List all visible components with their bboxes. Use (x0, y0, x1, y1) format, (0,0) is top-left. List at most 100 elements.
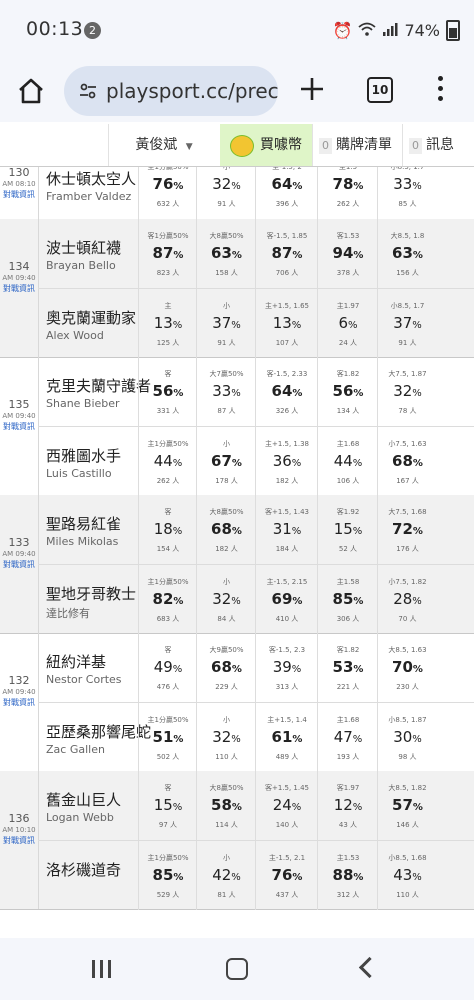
prediction-cell[interactable]: 客1.97 12% 43 人 (317, 771, 378, 840)
bet-line: 大8贏50% (209, 232, 244, 240)
prediction-cell[interactable]: 客 56% 331 人 (138, 357, 197, 426)
system-home-button[interactable] (226, 958, 248, 980)
prediction-cell[interactable]: 主1分贏50% 44% 262 人 (138, 427, 197, 496)
site-settings-icon[interactable] (78, 81, 98, 101)
prediction-cell[interactable]: 客-1.5, 2.3 39% 313 人 (255, 633, 318, 702)
percent-sign: % (292, 388, 303, 399)
prediction-cell[interactable]: 主1分贏50% 51% 502 人 (138, 703, 197, 772)
prediction-cell[interactable]: 客1.53 94% 378 人 (317, 219, 378, 288)
percent-sign: % (172, 320, 183, 331)
prediction-cell[interactable]: 小8.5, 1.7 33% 85 人 (377, 167, 437, 219)
prediction-cell[interactable]: 大7.5, 1.87 32% 78 人 (377, 357, 437, 426)
prediction-cell[interactable]: 大8贏50% 68% 182 人 (196, 495, 256, 564)
prediction-cell[interactable]: 客+1.5, 1.45 24% 140 人 (255, 771, 318, 840)
bet-line: 主1.5 (338, 166, 358, 171)
pick-percentage: 32% (378, 382, 437, 400)
percent-sign: % (412, 320, 422, 331)
prediction-cell[interactable]: 小 42% 81 人 (196, 841, 256, 910)
prediction-cell[interactable]: 大9贏50% 68% 229 人 (196, 633, 256, 702)
pick-percentage: 85% (139, 866, 197, 884)
matchup-info-link[interactable]: 對戰資訊 (0, 697, 38, 708)
prediction-cell[interactable]: 客-1.5, 2.33 64% 326 人 (255, 357, 318, 426)
pick-count: 182 人 (275, 477, 299, 485)
prediction-cell[interactable]: 主1.97 6% 24 人 (317, 289, 378, 358)
game-meta: 132 AM 09:40 對戰資訊 (0, 633, 39, 771)
prediction-cell[interactable]: 小 32% 91 人 (196, 167, 256, 219)
prediction-cell[interactable]: 小 37% 91 人 (196, 289, 256, 358)
prediction-cell[interactable]: 小 32% 110 人 (196, 703, 256, 772)
recent-apps-button[interactable] (92, 960, 114, 978)
prediction-cell[interactable]: 主+1.5, 1.38 36% 182 人 (255, 427, 318, 496)
prediction-cell[interactable]: 主1.68 47% 193 人 (317, 703, 378, 772)
prediction-cell[interactable]: 主-1.5, 2.15 69% 410 人 (255, 565, 318, 634)
prediction-cell[interactable]: 主1.5 78% 262 人 (317, 166, 378, 219)
prediction-cell[interactable]: 主-1.5, 2 64% 396 人 (255, 166, 318, 219)
prediction-cell[interactable]: 大8.5, 1.82 57% 146 人 (377, 771, 437, 840)
matchup-info-link[interactable]: 對戰資訊 (0, 835, 38, 846)
prediction-cell[interactable]: 客1分贏50% 87% 823 人 (138, 219, 197, 288)
prediction-cell[interactable]: 客1.82 56% 134 人 (317, 357, 378, 426)
starting-pitcher: Framber Valdez (46, 190, 132, 203)
prediction-cell[interactable]: 小8.5, 1.68 43% 110 人 (377, 841, 437, 910)
prediction-cell[interactable]: 大8.5, 1.63 70% 230 人 (377, 633, 437, 702)
new-tab-button[interactable] (298, 75, 326, 109)
team-row: 聖地牙哥教士 達比修有 主1分贏50% 82% 683 人 小 32% 84 人 主-1.5, … (38, 564, 474, 634)
matchup-info-link[interactable]: 對戰資訊 (0, 559, 38, 570)
prediction-cell[interactable]: 主1.58 85% 306 人 (317, 565, 378, 634)
prediction-cell[interactable]: 主1分贏50% 76% 632 人 (138, 167, 197, 219)
prediction-cell[interactable]: 小7.5, 1.82 28% 70 人 (377, 565, 437, 634)
prediction-cell[interactable]: 大8.5, 1.8 63% 156 人 (377, 219, 437, 288)
matchup-info-link[interactable]: 對戰資訊 (0, 189, 38, 200)
prediction-cell[interactable]: 主+1.5, 1.65 13% 107 人 (255, 289, 318, 358)
prediction-cell[interactable]: 客-1.5, 1.85 87% 706 人 (255, 219, 318, 288)
team-row: 西雅圖水手 Luis Castillo 主1分贏50% 44% 262 人 小 67% 178… (38, 426, 474, 496)
prediction-cell[interactable]: 主1分贏50% 85% 529 人 (138, 841, 197, 910)
prediction-cell[interactable]: 小8.5, 1.7 37% 91 人 (377, 289, 437, 358)
more-menu-button[interactable] (435, 76, 445, 106)
address-bar[interactable]: playsport.cc/prec (64, 66, 278, 116)
buy-coin-button[interactable]: 買噱幣 (220, 124, 312, 166)
cart-list-button[interactable]: 0 購牌清單 (312, 124, 403, 166)
prediction-cell[interactable]: 客+1.5, 1.43 31% 184 人 (255, 495, 318, 564)
prediction-cell[interactable]: 主1.68 44% 106 人 (317, 427, 378, 496)
pick-count: 193 人 (336, 753, 360, 761)
prediction-cell[interactable]: 客1.92 15% 52 人 (317, 495, 378, 564)
prediction-cell[interactable]: 小 67% 178 人 (196, 427, 256, 496)
prediction-cell[interactable]: 大7贏50% 33% 87 人 (196, 357, 256, 426)
user-dropdown[interactable]: 黃俊斌 ▼ (108, 124, 219, 166)
pick-count: 221 人 (336, 683, 360, 691)
pick-percentage: 69% (256, 590, 318, 608)
signal-icon (382, 21, 398, 40)
prediction-cell[interactable]: 客 15% 97 人 (138, 771, 197, 840)
home-button[interactable] (14, 74, 48, 108)
prediction-cell[interactable]: 主 13% 125 人 (138, 289, 197, 358)
tab-switcher-button[interactable]: 10 (367, 77, 393, 103)
percent-sign: % (172, 802, 183, 813)
pick-count: 306 人 (336, 615, 360, 623)
prediction-cell[interactable]: 小7.5, 1.63 68% 167 人 (377, 427, 437, 496)
pick-percentage-value: 32 (212, 728, 232, 746)
pick-percentage-value: 36 (272, 452, 292, 470)
prediction-cell[interactable]: 主-1.5, 2.1 76% 437 人 (255, 841, 318, 910)
game-meta: 134 AM 09:40 對戰資訊 (0, 219, 39, 357)
prediction-cell[interactable]: 大8贏50% 63% 158 人 (196, 219, 256, 288)
bet-line: 主-1.5, 2 (272, 166, 302, 171)
prediction-cell[interactable]: 客 18% 154 人 (138, 495, 197, 564)
prediction-cell[interactable]: 客 49% 476 人 (138, 633, 197, 702)
matchup-info-link[interactable]: 對戰資訊 (0, 421, 38, 432)
prediction-cell[interactable]: 主1.53 88% 312 人 (317, 841, 378, 910)
messages-button[interactable]: 0 訊息 (402, 124, 474, 166)
system-back-button[interactable] (358, 956, 381, 979)
home-icon (19, 78, 43, 104)
prediction-cell[interactable]: 大7.5, 1.68 72% 176 人 (377, 495, 437, 564)
prediction-cell[interactable]: 主1分贏50% 82% 683 人 (138, 565, 197, 634)
prediction-cell[interactable]: 客1.82 53% 221 人 (317, 633, 378, 702)
prediction-cell[interactable]: 小 32% 84 人 (196, 565, 256, 634)
prediction-cell[interactable]: 主+1.5, 1.4 61% 489 人 (255, 703, 318, 772)
prediction-cell[interactable]: 大8贏50% 58% 114 人 (196, 771, 256, 840)
prediction-cell[interactable]: 小8.5, 1.87 30% 98 人 (377, 703, 437, 772)
pick-count: 706 人 (275, 269, 299, 277)
pick-percentage: 88% (318, 866, 378, 884)
team-name: 洛杉磯道奇 (46, 861, 122, 879)
matchup-info-link[interactable]: 對戰資訊 (0, 283, 38, 294)
